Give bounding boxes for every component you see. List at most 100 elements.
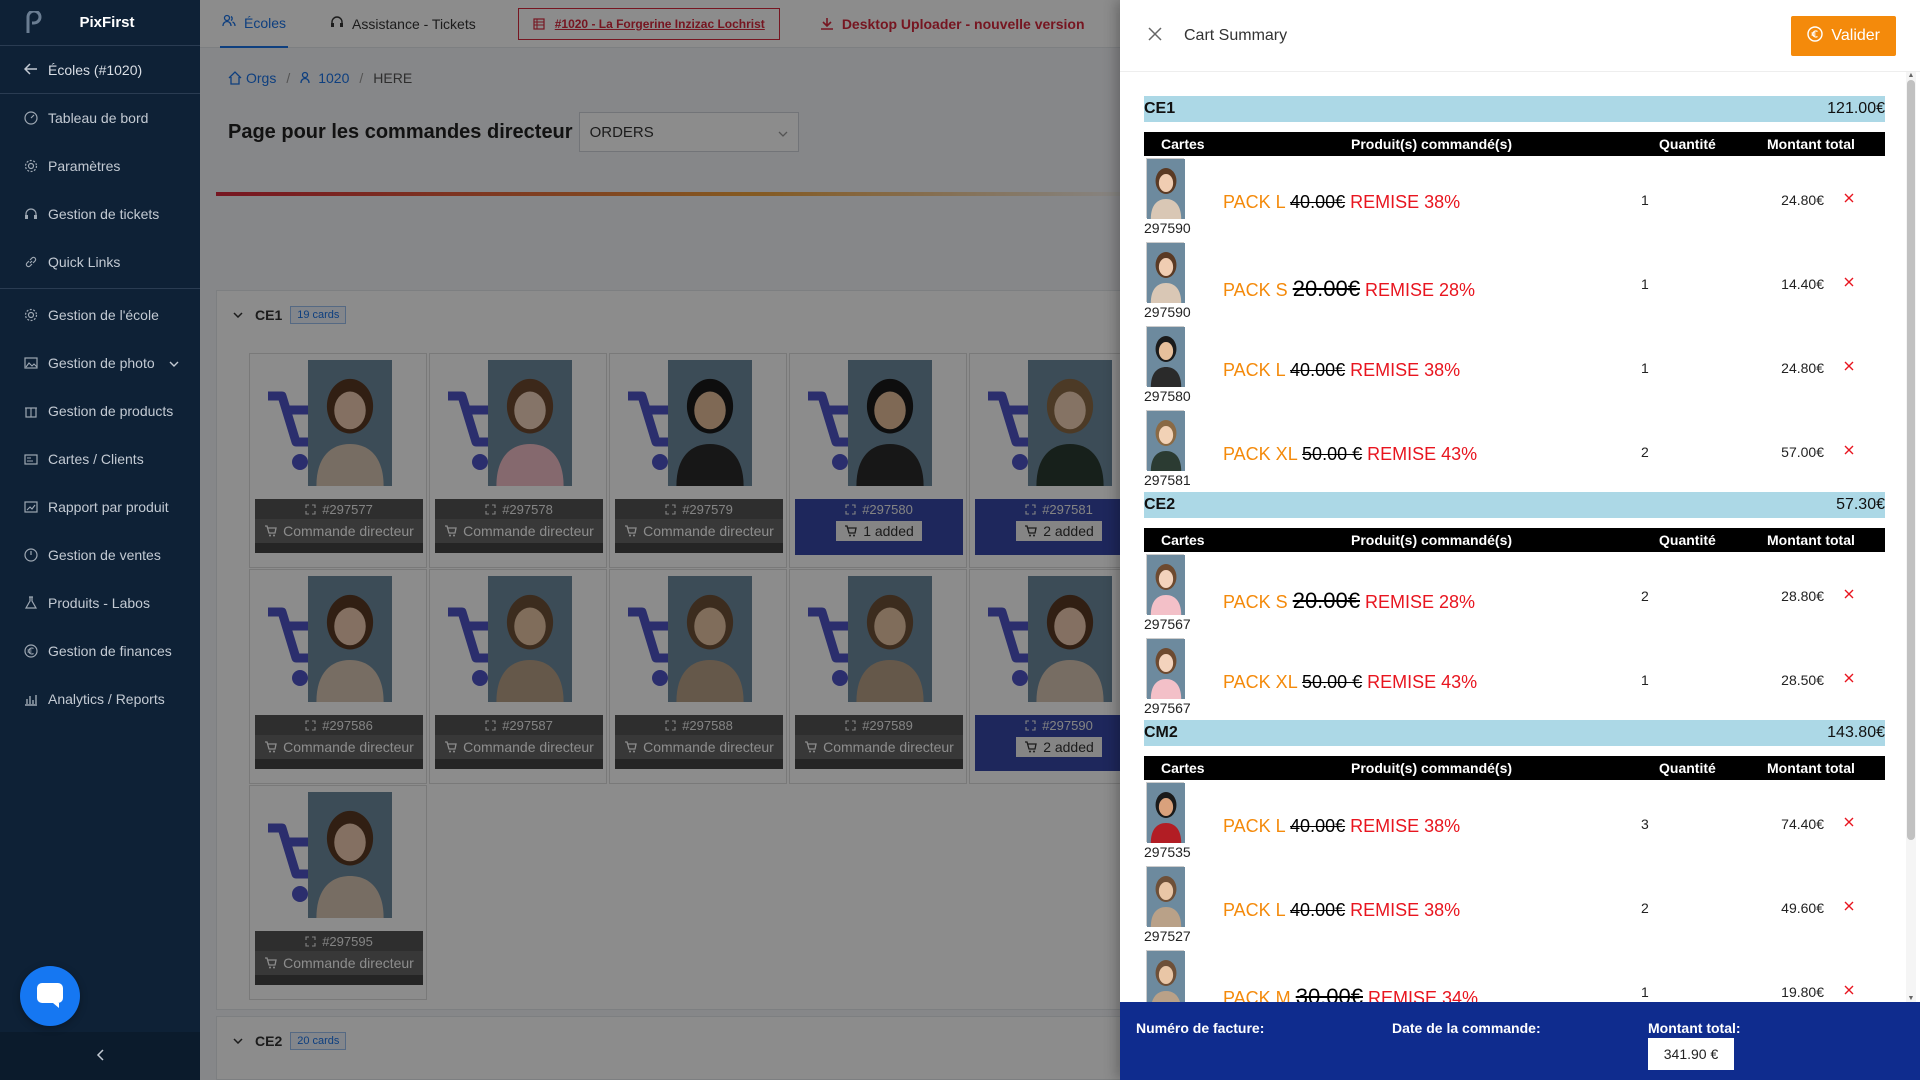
student-thumbnail[interactable] <box>1146 158 1185 219</box>
scroll-up-arrow-icon[interactable]: ▲ <box>1907 72 1915 79</box>
student-thumbnail[interactable] <box>1146 326 1185 387</box>
original-price: 50.00 € <box>1302 672 1363 692</box>
line-amount: 19.80€ <box>1781 984 1824 1000</box>
cart-row: 297580 PACK L 40.00€ REMISE 38% 1 24.80€ <box>1144 324 1885 408</box>
euro-circle-icon <box>1807 25 1824 47</box>
scroll-down-arrow-icon[interactable]: ▼ <box>1907 995 1915 1002</box>
card-icon <box>24 452 38 466</box>
sidebar-item-gestion-de-products[interactable]: Gestion de products <box>0 387 200 435</box>
sidebar-item-gestion-de-tickets[interactable]: Gestion de tickets <box>0 190 200 238</box>
remove-item-icon[interactable] <box>1844 898 1854 916</box>
sidebar-item-param-tres[interactable]: Paramètres <box>0 142 200 190</box>
student-thumbnail[interactable] <box>1146 554 1185 615</box>
discount-label: REMISE 38% <box>1350 900 1461 920</box>
remove-item-icon[interactable] <box>1844 670 1854 688</box>
chevron-down-icon <box>169 356 179 370</box>
col-products: Produit(s) commandé(s) <box>1351 760 1513 776</box>
sidebar-divider <box>0 288 200 289</box>
sidebar-item-label: Rapport par produit <box>48 499 169 515</box>
remove-item-icon[interactable] <box>1844 190 1854 208</box>
sidebar-collapse-button[interactable] <box>0 1032 200 1080</box>
remove-item-icon[interactable] <box>1844 586 1854 604</box>
sidebar-back-label: Écoles (#1020) <box>48 61 143 78</box>
brand-logo-icon[interactable] <box>18 7 50 39</box>
sidebar-item-tableau-de-bord[interactable]: Tableau de bord <box>0 94 200 142</box>
sidebar-item-cartes-clients[interactable]: Cartes / Clients <box>0 435 200 483</box>
col-quantity: Quantité <box>1659 532 1716 548</box>
order-footer: Numéro de facture: Date de la commande: … <box>1120 1002 1920 1080</box>
col-cards: Cartes <box>1161 760 1205 776</box>
class-section-name: CM2 <box>1144 724 1178 741</box>
discount-label: REMISE 28% <box>1365 592 1476 612</box>
sidebar-item-label: Produits - Labos <box>48 595 150 611</box>
col-cards: Cartes <box>1161 136 1205 152</box>
drawer-title: Cart Summary <box>1184 26 1288 44</box>
cart-row: 297581 PACK XL 50.00 € REMISE 43% 2 57.00€ <box>1144 408 1885 492</box>
cart-table-header: Cartes Produit(s) commandé(s) Quantité Mont… <box>1144 132 1885 156</box>
line-amount: 24.80€ <box>1781 192 1824 208</box>
modal-backdrop[interactable] <box>200 0 1120 1080</box>
discount-label: REMISE 34% <box>1368 988 1479 1002</box>
remove-item-icon[interactable] <box>1844 442 1854 460</box>
sidebar-item-analytics-reports[interactable]: Analytics / Reports <box>0 675 200 723</box>
remove-item-icon[interactable] <box>1844 358 1854 376</box>
col-amount: Montant total <box>1767 760 1855 776</box>
sidebar-item-gestion-de-l-cole[interactable]: Gestion de l'école <box>0 291 200 339</box>
sidebar-item-label: Gestion de photo <box>48 355 155 371</box>
original-price: 40.00€ <box>1290 816 1346 836</box>
product-description: PACK XL 50.00 € REMISE 43% <box>1223 672 1477 693</box>
validate-button[interactable]: Valider <box>1791 16 1896 56</box>
discount-label: REMISE 43% <box>1367 444 1478 464</box>
line-amount: 28.50€ <box>1781 672 1824 688</box>
invoice-number-label: Numéro de facture: <box>1136 1020 1265 1036</box>
close-icon[interactable] <box>1148 24 1162 47</box>
headset-icon <box>24 207 38 221</box>
line-amount: 49.60€ <box>1781 900 1824 916</box>
scrollbar-thumb[interactable] <box>1907 80 1915 840</box>
discount-label: REMISE 38% <box>1350 816 1461 836</box>
card-id: 297527 <box>1144 928 1191 944</box>
pack-name: PACK XL <box>1223 672 1298 692</box>
col-amount: Montant total <box>1767 532 1855 548</box>
quantity: 2 <box>1641 444 1649 460</box>
student-thumbnail[interactable] <box>1146 638 1185 699</box>
original-price: 20.00€ <box>1292 588 1360 613</box>
student-thumbnail[interactable] <box>1146 410 1185 471</box>
sidebar-item-produits-labos[interactable]: Produits - Labos <box>0 579 200 627</box>
link-icon <box>24 255 38 269</box>
student-thumbnail[interactable] <box>1146 950 1185 1002</box>
sidebar-back-schools[interactable]: Écoles (#1020) <box>0 46 200 94</box>
quantity: 2 <box>1641 588 1649 604</box>
card-id: 297581 <box>1144 472 1191 488</box>
product-description: PACK L 40.00€ REMISE 38% <box>1223 816 1460 837</box>
product-description: PACK L 40.00€ REMISE 38% <box>1223 900 1460 921</box>
pack-name: PACK XL <box>1223 444 1298 464</box>
remove-item-icon[interactable] <box>1844 982 1854 1000</box>
drawer-scrollbar[interactable]: ▲ ▼ <box>1906 72 1916 1002</box>
photo-icon <box>24 356 38 370</box>
quantity: 2 <box>1641 900 1649 916</box>
sidebar-item-label: Tableau de bord <box>48 110 149 126</box>
sidebar-item-label: Gestion de ventes <box>48 547 161 563</box>
remove-item-icon[interactable] <box>1844 814 1854 832</box>
pack-name: PACK L <box>1223 816 1286 836</box>
quantity: 1 <box>1641 276 1649 292</box>
order-date-label: Date de la commande: <box>1392 1020 1541 1036</box>
sidebar-item-quick-links[interactable]: Quick Links <box>0 238 200 286</box>
remove-item-icon[interactable] <box>1844 274 1854 292</box>
sidebar-item-rapport-par-produit[interactable]: Rapport par produit <box>0 483 200 531</box>
class-section-total: 121.00€ <box>1827 100 1885 117</box>
student-thumbnail[interactable] <box>1146 782 1185 843</box>
sidebar-item-gestion-de-photo[interactable]: Gestion de photo <box>0 339 200 387</box>
sidebar-item-label: Paramètres <box>48 158 121 174</box>
card-id: 297590 <box>1144 220 1191 236</box>
chevron-left-icon <box>96 1048 104 1064</box>
card-id: 297590 <box>1144 304 1191 320</box>
student-thumbnail[interactable] <box>1146 866 1185 927</box>
chat-widget-button[interactable] <box>20 966 80 1026</box>
col-cards: Cartes <box>1161 532 1205 548</box>
student-thumbnail[interactable] <box>1146 242 1185 303</box>
card-id: 297567 <box>1144 616 1191 632</box>
sidebar-item-gestion-de-ventes[interactable]: Gestion de ventes <box>0 531 200 579</box>
sidebar-item-gestion-de-finances[interactable]: Gestion de finances <box>0 627 200 675</box>
